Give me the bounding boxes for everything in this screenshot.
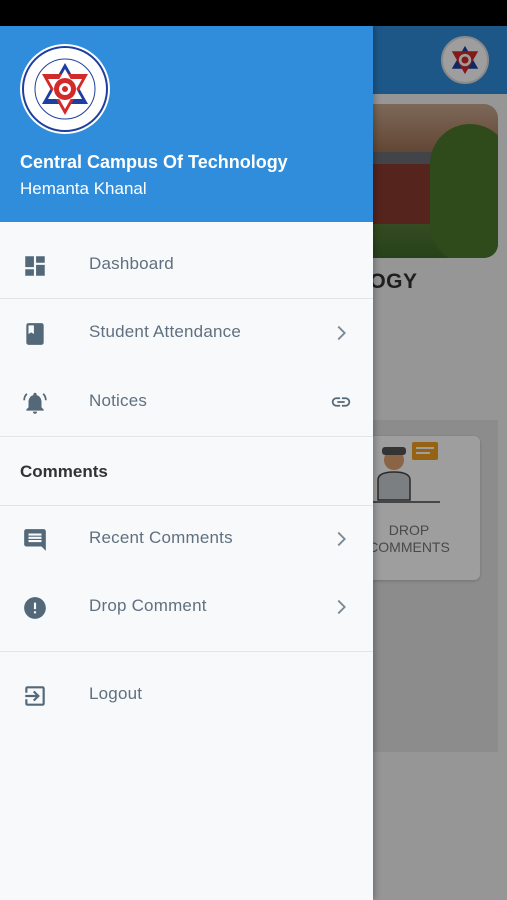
book-icon	[26, 323, 44, 345]
chevron-right-icon	[337, 599, 346, 615]
menu-item-drop-comment[interactable]: Drop Comment	[0, 574, 373, 640]
menu-item-label: Notices	[89, 391, 148, 410]
divider	[0, 651, 373, 652]
menu-item-dashboard[interactable]: Dashboard	[0, 232, 373, 298]
menu-item-label: Drop Comment	[89, 596, 207, 615]
menu-item-label: Student Attendance	[89, 322, 242, 341]
drawer-header: Central Campus Of Technology Hemanta Kha…	[0, 26, 373, 222]
link-icon	[331, 397, 351, 407]
dashboard-icon	[25, 256, 45, 276]
alert-circle-icon	[24, 597, 46, 619]
section-title-comments: Comments	[20, 462, 108, 481]
menu-item-label: Dashboard	[89, 254, 174, 273]
menu-item-notices[interactable]: Notices	[0, 369, 373, 435]
menu-item-student-attendance[interactable]: Student Attendance	[0, 300, 373, 366]
campus-logo	[20, 44, 110, 134]
divider	[0, 436, 373, 437]
chevron-right-icon	[337, 325, 346, 341]
logout-icon	[25, 686, 45, 706]
menu-item-label: Recent Comments	[89, 528, 233, 547]
status-bar	[0, 0, 507, 26]
menu-item-logout[interactable]: Logout	[0, 662, 373, 728]
chevron-right-icon	[337, 531, 346, 547]
user-name: Hemanta Khanal	[20, 179, 147, 198]
comment-icon	[24, 529, 46, 551]
divider	[0, 298, 373, 299]
menu-item-recent-comments[interactable]: Recent Comments	[0, 506, 373, 572]
menu-item-label: Logout	[89, 684, 143, 703]
navigation-drawer: Central Campus Of Technology Hemanta Kha…	[0, 26, 373, 900]
bell-alert-icon	[23, 392, 47, 414]
org-name: Central Campus Of Technology	[20, 152, 288, 172]
